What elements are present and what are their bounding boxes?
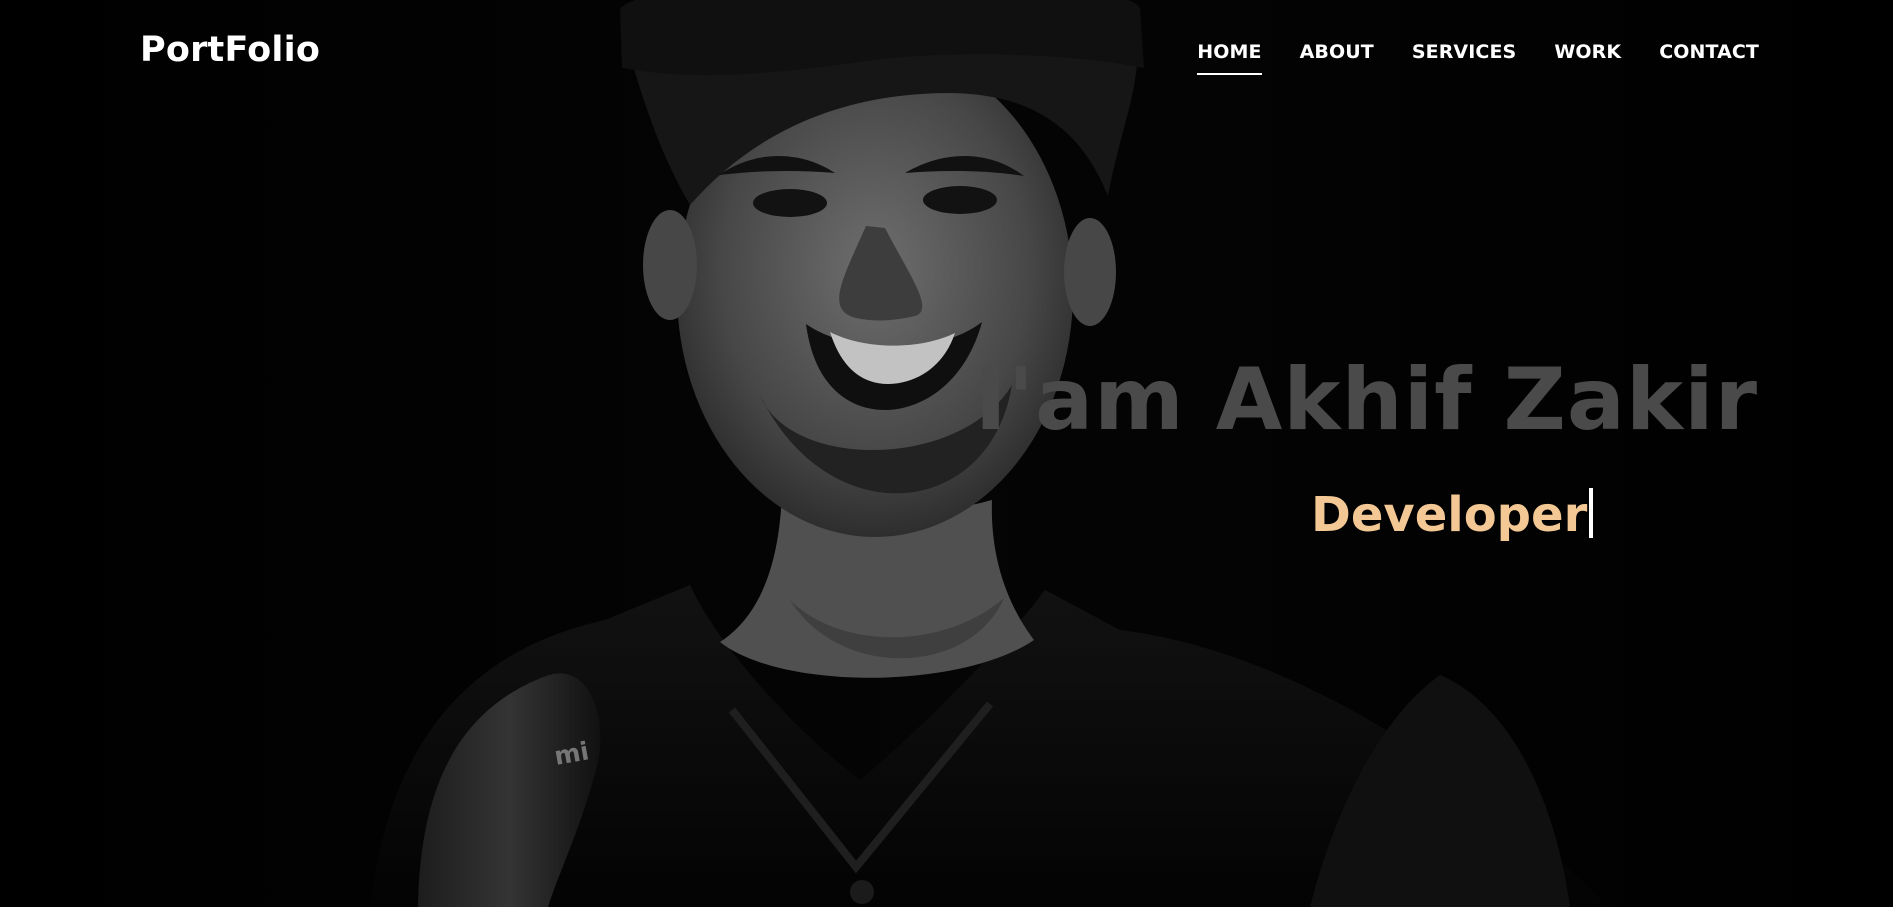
hero-name-heading: I'am Akhif Zakir <box>974 350 1758 450</box>
about-nav-link[interactable]: ABOUT <box>1300 41 1374 63</box>
hero-role-line: Developer <box>1311 487 1594 543</box>
nav-item-work: WORK <box>1554 40 1621 64</box>
nav-item-about: ABOUT <box>1300 40 1374 64</box>
home-nav-link[interactable]: HOME <box>1197 41 1261 63</box>
typing-cursor-icon <box>1589 488 1594 538</box>
nav-item-home: HOME <box>1197 40 1261 64</box>
nav-item-contact: CONTACT <box>1659 40 1759 64</box>
primary-navigation: HOME ABOUT SERVICES WORK CONTACT <box>1197 40 1759 64</box>
brand-logo-link[interactable]: PortFolio <box>140 30 320 70</box>
work-nav-link[interactable]: WORK <box>1554 41 1621 63</box>
services-nav-link[interactable]: SERVICES <box>1412 41 1516 63</box>
nav-item-services: SERVICES <box>1412 40 1516 64</box>
contact-nav-link[interactable]: CONTACT <box>1659 41 1759 63</box>
hero-section: mi PortFolio HOME ABOUT SERVICES WORK CO… <box>0 0 1893 907</box>
top-navigation-bar: PortFolio HOME ABOUT SERVICES WORK CONTA… <box>0 0 1893 110</box>
profile-photo: mi <box>0 0 1893 907</box>
hero-role-text: Developer <box>1311 487 1588 543</box>
svg-text:mi: mi <box>552 736 591 771</box>
